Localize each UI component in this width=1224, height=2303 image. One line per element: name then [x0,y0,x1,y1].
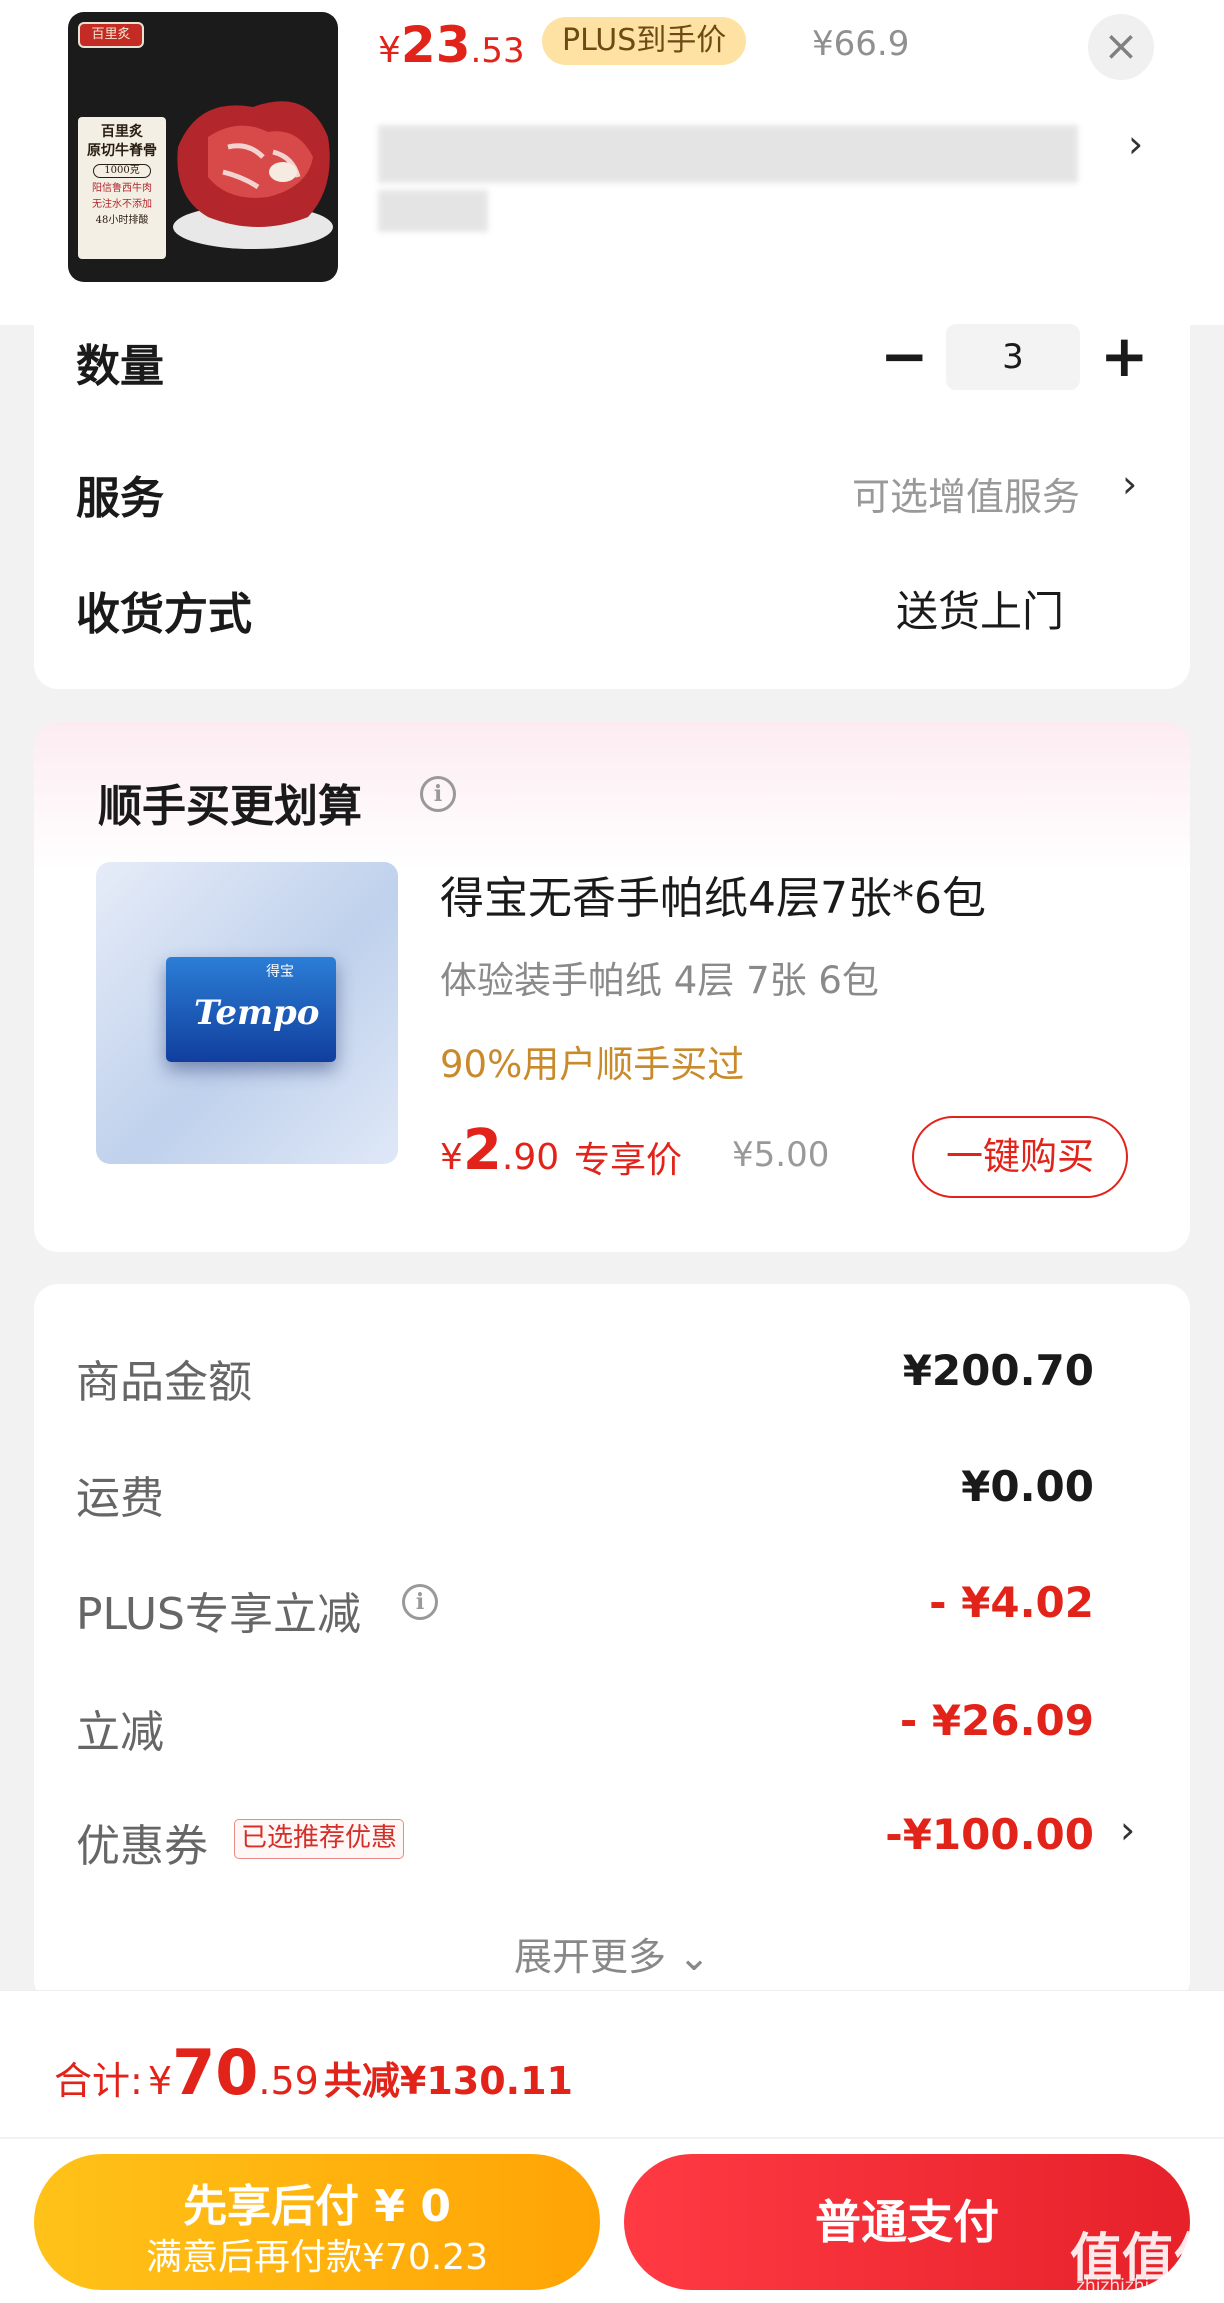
addon-exclusive-label: 专享价 [574,1140,683,1181]
delivery-value: 送货上门 [896,587,1065,636]
thumb-title: 百里炙 [101,124,143,140]
addon-product-subtitle: 体验装手帕纸 4层 7张 6包 [440,959,879,1002]
watermark-url: zhizhizhi.com [1076,2276,1191,2296]
addon-original-price: ¥5.00 [732,1135,830,1175]
summary-value-shipping: ¥0.00 [961,1462,1094,1511]
one-click-buy-button[interactable]: 一键购买 [912,1116,1128,1198]
summary-value-plus-discount: - ¥4.02 [929,1578,1094,1627]
summary-label-plus-discount: PLUS专享立减 [76,1589,361,1640]
close-icon[interactable]: × [1088,14,1154,80]
coupon-recommended-tag: 已选推荐优惠 [234,1819,405,1859]
coupon-chevron-icon[interactable]: › [1120,1808,1135,1852]
spec-blurred-line2 [378,190,488,232]
addon-info-icon[interactable]: i [420,776,456,812]
thumb-line3: 48小时排酸 [95,215,149,226]
spec-blurred-line1 [378,125,1078,183]
total-amount: 合计: ¥70.59 共减¥130.11 [54,2036,573,2109]
summary-value-instant-discount: - ¥26.09 [899,1696,1094,1745]
summary-label-goods: 商品金额 [76,1357,252,1408]
plus-price-badge: PLUS到手价 [542,17,747,65]
addon-price: ¥2.90 [440,1118,560,1183]
service-value[interactable]: 可选增值服务 [852,466,1080,521]
summary-label-coupon: 优惠券 [76,1821,208,1872]
thumb-weight: 1000克 [93,164,151,178]
plus-discount-info-icon[interactable]: i [402,1584,438,1620]
original-price: ¥66.9 [812,24,910,64]
increase-quantity-button[interactable]: + [1100,326,1149,386]
addon-section-title: 顺手买更划算 [98,781,362,832]
spec-chevron-icon[interactable]: › [1128,122,1143,166]
addon-social-proof: 90%用户顺手买过 [440,1043,745,1086]
thumb-title2: 原切牛脊骨 [87,143,157,159]
thumb-brand-logo: 百里炙 [78,22,144,48]
summary-label-shipping: 运费 [76,1473,164,1524]
tempo-brand-cn: 得宝 [266,964,294,980]
summary-value-goods: ¥200.70 [902,1346,1094,1395]
tempo-logo: Tempo [194,993,320,1033]
quantity-label: 数量 [76,341,164,392]
summary-label-instant-discount: 立减 [76,1707,164,1758]
thumb-line1: 阳信鲁西牛肉 [92,183,152,194]
beef-image [173,101,333,249]
pay-later-button[interactable]: 先享后付 ¥ 0 满意后再付款¥70.23 [34,2154,600,2290]
service-label: 服务 [76,473,164,524]
service-chevron-icon[interactable]: › [1122,462,1137,506]
footer-divider [0,2137,1224,2139]
thumb-info-card: 百里炙 原切牛脊骨 1000克 阳信鲁西牛肉 无注水不添加 48小时排酸 [78,117,166,259]
quantity-input[interactable]: 3 [946,324,1080,390]
addon-product-name[interactable]: 得宝无香手帕纸4层7张*6包 [440,862,986,926]
addon-product-image[interactable]: 得宝 Tempo [96,862,398,1164]
tempo-package: 得宝 Tempo [166,957,336,1062]
decrease-quantity-button[interactable]: − [880,326,929,386]
thumb-line2: 无注水不添加 [92,199,152,210]
product-thumbnail: 百里炙 百里炙 原切牛脊骨 1000克 阳信鲁西牛肉 无注水不添加 48小时排酸 [68,12,338,282]
pay-later-subtitle: 满意后再付款¥70.23 [146,2237,488,2278]
summary-value-coupon[interactable]: -¥100.00 [885,1810,1094,1859]
pay-later-title: 先享后付 ¥ 0 [183,2181,451,2232]
expand-more-button[interactable]: 展开更多 ⌄ [0,1926,1224,1981]
product-price: ¥23.53 [378,16,525,74]
delivery-label: 收货方式 [76,589,252,640]
